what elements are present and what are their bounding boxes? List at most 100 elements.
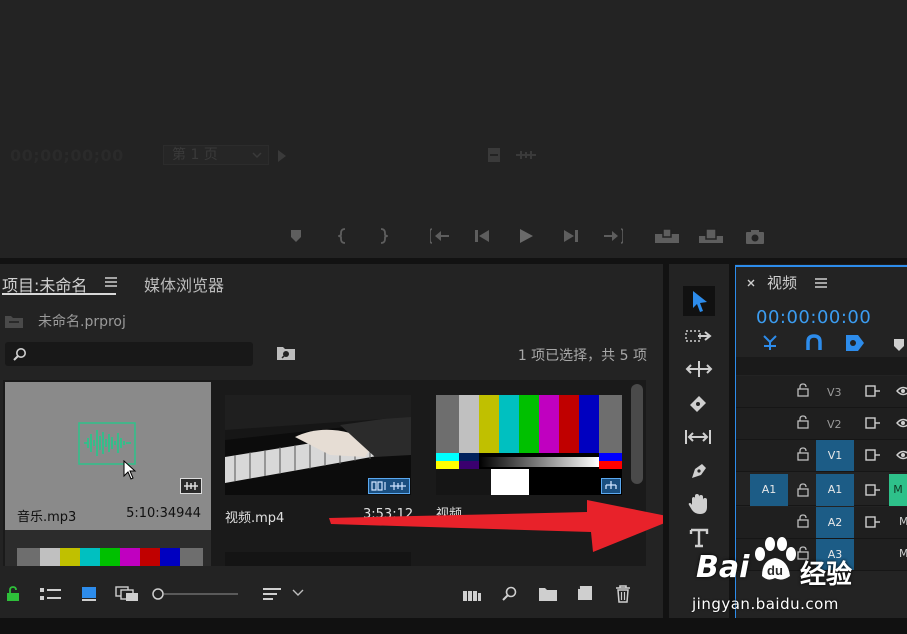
audio-badge-icon	[180, 478, 202, 494]
eye-icon[interactable]	[896, 417, 907, 429]
new-search-bin-icon[interactable]	[276, 345, 296, 361]
watermark-brand-right: 经验	[800, 560, 853, 590]
audio-wave-icon[interactable]	[515, 150, 537, 160]
monitor-timecode[interactable]: 00;00;00;00	[10, 146, 124, 165]
source-patch-a1[interactable]: A1	[750, 474, 788, 506]
mark-in-icon[interactable]	[338, 228, 348, 244]
panel-menu-icon[interactable]	[815, 278, 827, 288]
trash-icon[interactable]	[615, 585, 631, 603]
freeform-view-icon[interactable]	[115, 586, 139, 602]
go-to-out-icon[interactable]	[603, 228, 623, 244]
chevron-down-icon	[252, 150, 262, 160]
color-bars-thumbnail	[17, 548, 203, 566]
page-select[interactable]: 第 1 页	[163, 145, 269, 165]
slip-tool-icon[interactable]	[684, 428, 712, 446]
mark-out-icon[interactable]	[378, 228, 388, 244]
marker-icon[interactable]	[290, 229, 302, 243]
sort-chevron-icon[interactable]	[292, 589, 304, 597]
red-arrow-annotation	[329, 500, 677, 552]
play-small-icon[interactable]	[277, 149, 287, 163]
settings-square-icon[interactable]	[487, 147, 501, 163]
lock-icon[interactable]	[797, 483, 809, 497]
nest-icon[interactable]	[760, 334, 780, 352]
step-back-icon[interactable]	[474, 229, 490, 243]
selection-status: 1 项已选择，共 5 项	[517, 348, 647, 364]
track-label: V3	[827, 386, 842, 399]
lock-icon[interactable]	[797, 415, 809, 429]
track-v3[interactable]: V3	[736, 376, 907, 408]
lock-icon[interactable]	[797, 383, 809, 397]
sync-lock-icon[interactable]	[865, 417, 881, 429]
clip-name: 音乐.mp3	[17, 510, 77, 525]
selection-tool[interactable]	[683, 286, 715, 316]
program-monitor	[0, 0, 907, 258]
pen-tool-icon[interactable]	[689, 461, 709, 481]
insert-icon[interactable]	[654, 228, 680, 244]
mute-button[interactable]: M	[899, 547, 907, 560]
project-file-name: 未命名.prproj	[38, 314, 126, 330]
ripple-edit-tool-icon[interactable]	[685, 360, 713, 378]
status-strip	[0, 618, 907, 634]
sync-lock-icon[interactable]	[865, 385, 881, 397]
lock-icon[interactable]	[797, 514, 809, 528]
automate-to-sequence-icon[interactable]	[462, 588, 482, 602]
track-select-tool-icon[interactable]	[685, 328, 713, 344]
tab-media-browser[interactable]: 媒体浏览器	[144, 272, 224, 296]
active-tab-underline	[2, 293, 116, 295]
watermark-brand-left: Bai	[696, 550, 750, 585]
zoom-slider[interactable]	[152, 587, 242, 601]
page-select-label: 第 1 页	[172, 147, 218, 163]
track-target-a1[interactable]: A1	[816, 474, 854, 506]
paw-logo-icon: du	[755, 537, 796, 580]
track-a2[interactable]: A2 M	[736, 507, 907, 539]
find-icon[interactable]	[502, 586, 518, 602]
tab-sequence[interactable]: 视频	[767, 272, 797, 293]
type-tool-icon[interactable]	[689, 528, 709, 548]
eye-icon[interactable]	[896, 385, 907, 397]
icon-view-icon[interactable]	[81, 586, 97, 602]
project-bottom-bar	[0, 580, 663, 610]
list-view-icon[interactable]	[40, 587, 62, 601]
lock-icon[interactable]	[797, 447, 809, 461]
clip-name: 视频.mp4	[225, 511, 285, 526]
watermark-url: jingyan.baidu.com	[692, 595, 839, 613]
lock-icon[interactable]	[6, 586, 20, 602]
new-item-icon[interactable]	[577, 585, 593, 601]
track-label: V2	[827, 418, 842, 431]
clip-color-bars-2[interactable]	[17, 548, 203, 566]
go-to-in-icon[interactable]	[430, 228, 450, 244]
track-target-v1[interactable]: V1	[816, 440, 854, 471]
panel-menu-icon[interactable]	[105, 277, 117, 287]
track-v2[interactable]: V2	[736, 408, 907, 440]
add-marker-icon[interactable]	[893, 338, 905, 352]
close-icon[interactable]	[746, 278, 756, 288]
sync-lock-icon[interactable]	[865, 484, 881, 496]
search-input[interactable]	[5, 342, 253, 366]
search-icon	[13, 347, 27, 361]
eye-icon[interactable]	[896, 449, 907, 461]
play-icon[interactable]	[518, 228, 534, 244]
overwrite-icon[interactable]	[698, 228, 724, 244]
grid-scrollbar[interactable]	[631, 384, 643, 484]
snap-magnet-icon[interactable]	[805, 334, 823, 352]
sync-lock-icon[interactable]	[865, 449, 881, 461]
new-bin-icon[interactable]	[538, 586, 558, 602]
clip-duration: 5:10:34944	[126, 506, 201, 521]
step-forward-icon[interactable]	[563, 229, 579, 243]
timeline-timecode[interactable]: 00:00:00:00	[756, 307, 871, 328]
sort-icon[interactable]	[262, 587, 282, 601]
timeline-ruler[interactable]	[736, 357, 907, 375]
track-a1[interactable]: A1 A1 M	[736, 474, 907, 506]
project-folder-icon	[4, 313, 24, 329]
linked-selection-icon[interactable]	[844, 333, 866, 353]
sync-lock-icon[interactable]	[865, 516, 881, 528]
mouse-cursor-icon	[123, 460, 137, 480]
track-v1[interactable]: V1	[736, 440, 907, 472]
camera-icon[interactable]	[745, 229, 765, 245]
mute-button[interactable]: M	[899, 515, 907, 528]
razor-tool-icon[interactable]	[687, 393, 709, 415]
svg-text:du: du	[767, 563, 783, 578]
track-target-a2[interactable]: A2	[816, 507, 854, 538]
mute-button[interactable]: M	[889, 474, 907, 506]
hand-tool-icon[interactable]	[687, 493, 709, 515]
